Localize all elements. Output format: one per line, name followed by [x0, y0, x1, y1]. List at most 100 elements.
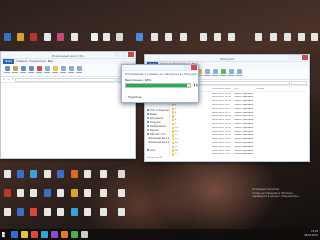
desktop-icon[interactable]: [71, 170, 78, 178]
desktop-icon[interactable]: [44, 189, 51, 197]
desktop-icon[interactable]: [57, 208, 64, 216]
invert-selection-button[interactable]: [236, 69, 242, 76]
desktop-icon[interactable]: [44, 170, 51, 178]
back-arrow-icon[interactable]: ←: [3, 78, 6, 81]
close-button[interactable]: [191, 65, 197, 70]
more-details-toggle[interactable]: ⌄ Подробнее: [125, 96, 142, 99]
desktop-icon[interactable]: [136, 33, 143, 41]
forward-arrow-icon[interactable]: →: [7, 78, 10, 81]
desktop-icon[interactable]: [118, 189, 125, 197]
move-button[interactable]: [20, 66, 26, 73]
taskbar-app-icon[interactable]: [61, 231, 68, 238]
desktop-icon[interactable]: [284, 33, 291, 41]
taskbar-app-icon[interactable]: [31, 231, 38, 238]
taskbar-app-icon[interactable]: [71, 231, 78, 238]
desktop-icon[interactable]: [100, 189, 107, 197]
desktop-icon[interactable]: [44, 208, 51, 216]
column-date[interactable]: Дата изменения: [212, 88, 234, 90]
taskbar-app-icon[interactable]: [51, 231, 58, 238]
desktop-icon[interactable]: [4, 33, 11, 41]
nav-item[interactable]: Этот компьютер: [146, 108, 169, 112]
select-all-button[interactable]: [76, 66, 82, 73]
address-input[interactable]: [15, 77, 116, 82]
copy-button[interactable]: [4, 66, 10, 73]
desktop-icon[interactable]: [30, 208, 37, 216]
tab-share[interactable]: Поделиться: [29, 60, 45, 63]
desktop-icon[interactable]: [44, 33, 51, 41]
desktop-icon[interactable]: [200, 33, 207, 41]
properties-button[interactable]: [60, 66, 66, 73]
nav-item[interactable]: Локальный диск (C:): [146, 136, 169, 140]
paste-button[interactable]: [12, 66, 18, 73]
desktop-icon[interactable]: [118, 170, 125, 178]
desktop-icon[interactable]: [151, 33, 158, 41]
explorer-window-left[interactable]: Локальный диск (D:) Файл Главная Поделит…: [0, 51, 136, 159]
desktop-icon[interactable]: [84, 208, 91, 216]
select-all-button[interactable]: [228, 69, 234, 76]
title-bar[interactable]: Загрузки: [145, 55, 309, 62]
pause-icon[interactable]: ❚❚: [193, 83, 198, 88]
taskbar-app-icon[interactable]: [11, 231, 18, 238]
nav-item[interactable]: Изображения: [146, 124, 169, 128]
system-tray[interactable]: 13:22 08.02.2015: [304, 230, 318, 237]
desktop-icon[interactable]: [17, 170, 24, 178]
desktop-icon[interactable]: [103, 33, 110, 41]
desktop-icon[interactable]: [71, 33, 78, 41]
minimize-button[interactable]: [288, 55, 294, 60]
search-input[interactable]: [291, 80, 307, 85]
taskbar-app-icon[interactable]: [21, 231, 28, 238]
copy-progress-dialog[interactable]: Копирование: 1 элемент из «Загрузки» в «…: [121, 64, 199, 103]
desktop-icon[interactable]: [57, 189, 64, 197]
desktop-icon[interactable]: [270, 33, 277, 41]
desktop-icon[interactable]: [180, 33, 187, 41]
desktop-icon[interactable]: [30, 170, 37, 178]
up-arrow-icon[interactable]: ↑: [11, 78, 14, 81]
desktop-icon[interactable]: [4, 189, 11, 197]
tab-view[interactable]: Вид: [48, 60, 53, 63]
desktop-icon[interactable]: [30, 33, 37, 41]
history-button[interactable]: [220, 69, 226, 76]
desktop-icon[interactable]: [4, 170, 11, 178]
minimize-button[interactable]: [184, 65, 190, 70]
column-type[interactable]: Тип: [234, 88, 254, 90]
column-size[interactable]: Размер: [254, 88, 264, 90]
taskbar-app-icon[interactable]: [41, 231, 48, 238]
desktop-icon[interactable]: [84, 170, 91, 178]
desktop-icon[interactable]: [84, 189, 91, 197]
dialog-title-bar[interactable]: [122, 65, 198, 71]
close-button[interactable]: [302, 55, 308, 60]
desktop-icon[interactable]: [4, 208, 11, 216]
desktop-icon[interactable]: [311, 33, 318, 41]
taskbar-app-icon[interactable]: [81, 231, 88, 238]
properties-button[interactable]: [204, 69, 210, 76]
tab-file[interactable]: Файл: [3, 59, 15, 64]
open-button[interactable]: [68, 66, 74, 73]
maximize-button[interactable]: [295, 55, 301, 60]
desktop-icon[interactable]: [100, 208, 107, 216]
desktop-icon[interactable]: [228, 33, 235, 41]
desktop-icon[interactable]: [298, 33, 305, 41]
tab-home[interactable]: Главная: [16, 60, 27, 63]
nav-item[interactable]: Локальный диск (D:): [146, 140, 169, 144]
windows-start-icon[interactable]: [2, 231, 5, 238]
maximize-button[interactable]: [121, 52, 127, 57]
desktop-icon[interactable]: [17, 189, 24, 197]
desktop-icon[interactable]: [214, 33, 221, 41]
desktop-icon[interactable]: [255, 33, 262, 41]
desktop-icon[interactable]: [17, 33, 24, 41]
desktop-icon[interactable]: [165, 33, 172, 41]
desktop-icon[interactable]: [57, 33, 64, 41]
desktop-icon[interactable]: [91, 33, 98, 41]
desktop-icon[interactable]: [30, 189, 37, 197]
desktop-icon[interactable]: [100, 170, 107, 178]
open-button[interactable]: [212, 69, 218, 76]
title-bar[interactable]: Локальный диск (D:): [1, 52, 135, 59]
desktop-icon[interactable]: [17, 208, 24, 216]
desktop-icon[interactable]: [71, 189, 78, 197]
desktop-icon[interactable]: [71, 208, 78, 216]
new-folder-button[interactable]: [52, 66, 58, 73]
close-button[interactable]: [128, 52, 134, 57]
delete-button[interactable]: [36, 66, 42, 73]
copy-to-button[interactable]: [28, 66, 34, 73]
desktop-icon[interactable]: [57, 170, 64, 178]
